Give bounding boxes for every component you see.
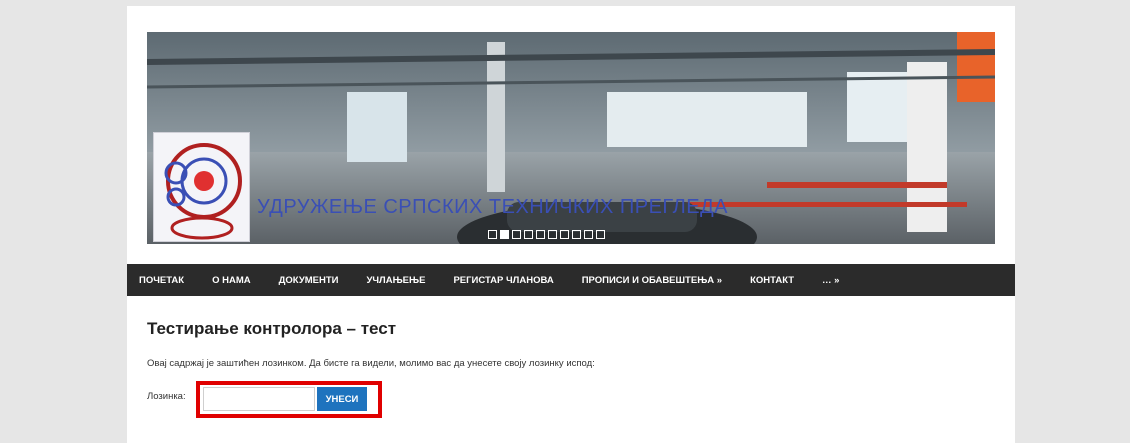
association-logo bbox=[153, 132, 250, 242]
nav-item-regulations[interactable]: ПРОПИСИ И ОБАВЕШТЕЊА » bbox=[568, 275, 736, 286]
slider-dot[interactable] bbox=[524, 230, 533, 239]
slider-dot[interactable] bbox=[596, 230, 605, 239]
main-navigation: ПОЧЕТАК О НАМА ДОКУМЕНТИ УЧЛАЊЕЊЕ РЕГИСТ… bbox=[127, 264, 1015, 296]
slider-dot[interactable] bbox=[560, 230, 569, 239]
slider-dot[interactable] bbox=[584, 230, 593, 239]
slider-dot[interactable] bbox=[488, 230, 497, 239]
slider-dot[interactable] bbox=[536, 230, 545, 239]
password-input[interactable] bbox=[203, 387, 315, 411]
slider-dot[interactable] bbox=[572, 230, 581, 239]
submit-button[interactable]: УНЕСИ bbox=[317, 387, 367, 411]
password-protected-notice: Овај садржај је заштићен лозинком. Да би… bbox=[147, 358, 595, 369]
slider-pagination bbox=[488, 230, 605, 239]
password-label: Лозинка: bbox=[147, 391, 186, 402]
header-banner-slider[interactable]: УДРУЖЕЊЕ СРПСКИХ ТЕХНИЧКИХ ПРЕГЛЕДА bbox=[147, 32, 995, 244]
password-form: Лозинка: bbox=[147, 391, 186, 402]
logo-emblem bbox=[164, 143, 242, 240]
nav-item-membership[interactable]: УЧЛАЊЕЊЕ bbox=[352, 275, 439, 286]
slider-dot[interactable] bbox=[548, 230, 557, 239]
nav-item-home[interactable]: ПОЧЕТАК bbox=[127, 275, 198, 286]
banner-heading: УДРУЖЕЊЕ СРПСКИХ ТЕХНИЧКИХ ПРЕГЛЕДА bbox=[257, 196, 728, 218]
page-title: Тестирање контролора – тест bbox=[147, 319, 397, 338]
nav-item-contact[interactable]: КОНТАКТ bbox=[736, 275, 808, 286]
nav-item-documents[interactable]: ДОКУМЕНТИ bbox=[265, 275, 353, 286]
nav-item-more[interactable]: … » bbox=[808, 275, 853, 286]
nav-item-member-registry[interactable]: РЕГИСТАР ЧЛАНОВА bbox=[439, 275, 567, 286]
page-container: УДРУЖЕЊЕ СРПСКИХ ТЕХНИЧКИХ ПРЕГЛЕДА ПОЧЕ… bbox=[127, 6, 1015, 443]
slider-dot[interactable] bbox=[512, 230, 521, 239]
nav-item-about[interactable]: О НАМА bbox=[198, 275, 265, 286]
slider-dot-active[interactable] bbox=[500, 230, 509, 239]
